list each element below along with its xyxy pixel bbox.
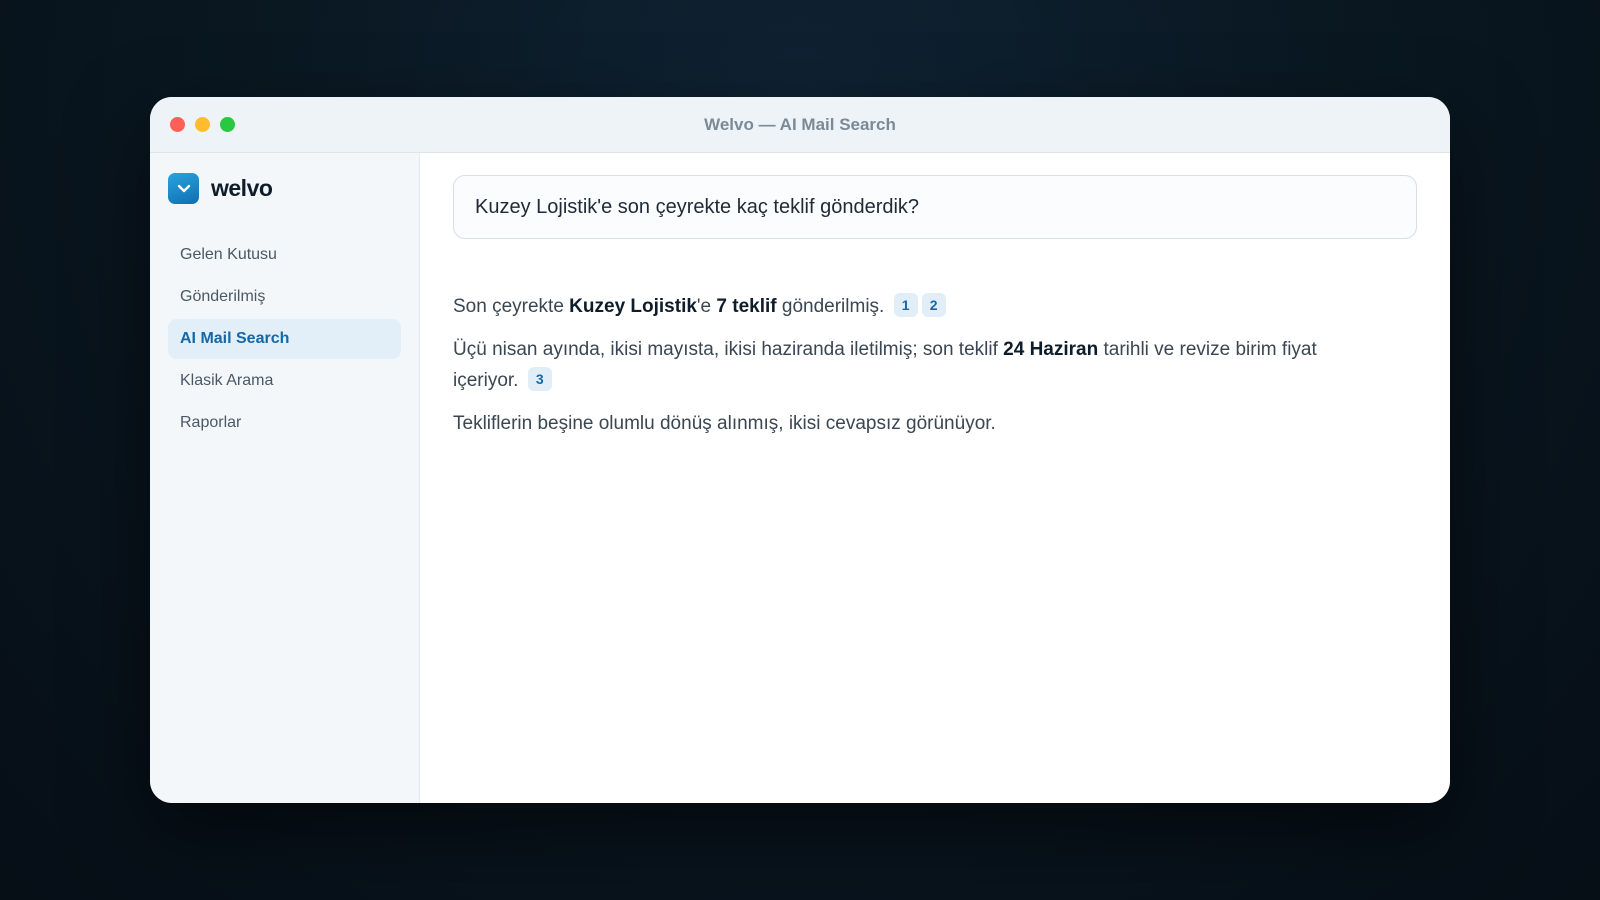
ai-answer: Son çeyrekte Kuzey Lojistik'e 7 teklif g… (453, 291, 1353, 451)
sidebar: welvo Gelen Kutusu Gönderilmiş AI Mail S… (150, 153, 420, 803)
answer-text: Üçü nisan ayında, ikisi mayısta, ikisi h… (453, 339, 1004, 360)
answer-highlight: 24 Haziran (1003, 339, 1099, 360)
answer-text: gönderilmiş. (776, 296, 885, 317)
app-window: Welvo — AI Mail Search welvo Gelen Kutus… (150, 97, 1450, 803)
sidebar-item-ai-mail-search[interactable]: AI Mail Search (168, 319, 401, 359)
sidebar-item-sent[interactable]: Gönderilmiş (168, 277, 401, 317)
answer-paragraph: Üçü nisan ayında, ikisi mayısta, ikisi h… (453, 334, 1353, 396)
window-title: Welvo — AI Mail Search (704, 115, 896, 134)
sidebar-item-reports[interactable]: Raporlar (168, 403, 401, 443)
main-content: Son çeyrekte Kuzey Lojistik'e 7 teklif g… (420, 153, 1450, 803)
chevron-down-icon (168, 173, 199, 204)
citation-badge[interactable]: 3 (527, 367, 552, 391)
title-bar: Welvo — AI Mail Search (150, 97, 1450, 153)
answer-text: Tekliflerin beşine olumlu dönüş alınmış,… (453, 413, 996, 434)
answer-highlight: 7 teklif (716, 296, 777, 317)
answer-highlight: Kuzey Lojistik (569, 296, 697, 317)
sidebar-item-classic-search[interactable]: Klasik Arama (168, 361, 401, 401)
sidebar-item-inbox[interactable]: Gelen Kutusu (168, 235, 401, 275)
answer-paragraph: Son çeyrekte Kuzey Lojistik'e 7 teklif g… (453, 291, 1353, 322)
sidebar-nav: Gelen Kutusu Gönderilmiş AI Mail Search … (168, 235, 401, 445)
answer-paragraph: Tekliflerin beşine olumlu dönüş alınmış,… (453, 408, 1353, 439)
search-input[interactable] (453, 175, 1417, 239)
citation-badge[interactable]: 1 (893, 293, 918, 317)
answer-text: Son çeyrekte (453, 296, 570, 317)
brand-logo[interactable]: welvo (168, 173, 273, 204)
brand-name: welvo (211, 175, 273, 201)
citation-badge[interactable]: 2 (921, 293, 946, 317)
answer-text: 'e (696, 296, 717, 317)
